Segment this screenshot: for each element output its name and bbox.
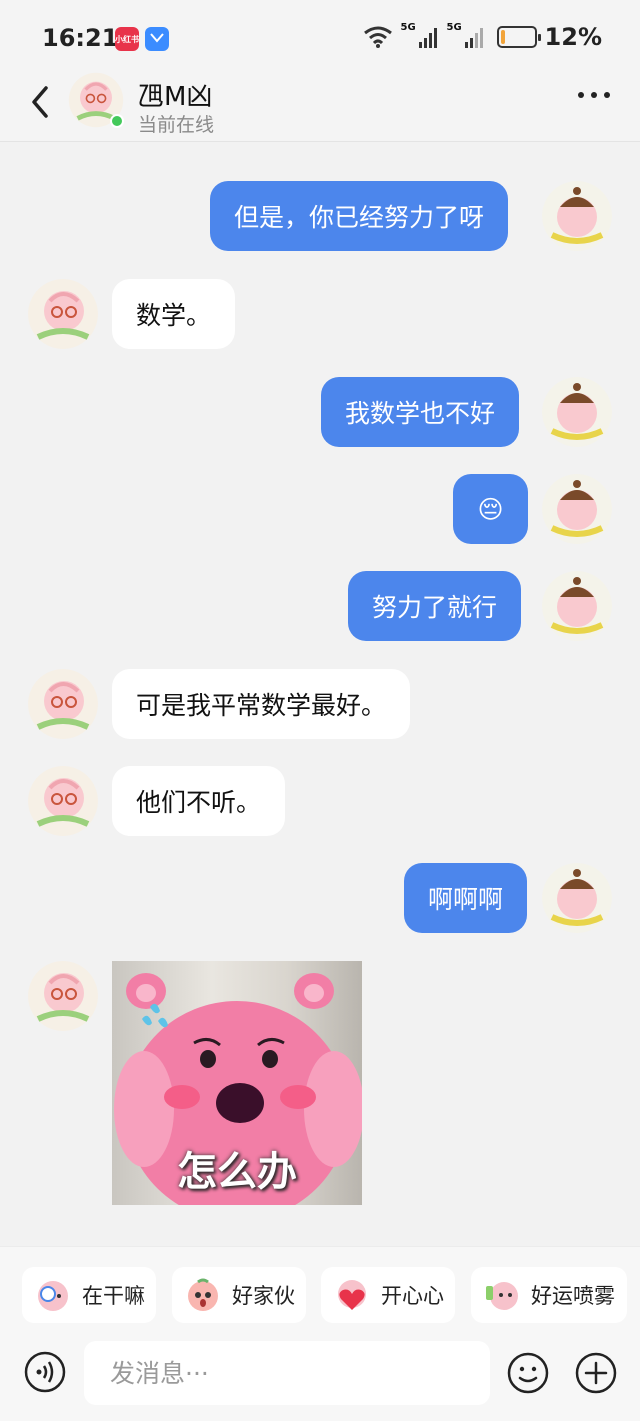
xiaohongshu-app-icon: 小红书 [115,27,139,51]
quick-reply-label: 在干嘛 [82,1284,145,1308]
battery-icon [496,26,541,48]
contact-avatar[interactable] [28,279,98,349]
message-input[interactable] [84,1341,490,1405]
quick-reply-chip[interactable]: 开心心 [321,1267,455,1323]
quick-reply-chip[interactable]: 在干嘛 [22,1267,156,1323]
my-avatar[interactable] [542,181,612,251]
my-avatar[interactable] [542,863,612,933]
spray-sticker-icon [486,1282,518,1310]
signal-icon-2: 5G [447,22,483,48]
quick-reply-label: 好运喷雾 [531,1284,615,1308]
quick-reply-label: 开心心 [381,1284,444,1308]
contact-status: 当前在线 [138,114,215,136]
my-avatar[interactable] [542,474,612,544]
status-indicators: 5G 5G 12% [363,22,602,52]
message-bubble-outgoing[interactable]: 啊啊啊 [404,863,528,933]
surprised-sticker-icon [188,1278,218,1311]
message-bubble-incoming[interactable]: 他们不听。 [112,766,286,836]
battery-fill [500,30,505,44]
quick-reply-chip[interactable]: 好家伙 [172,1267,306,1323]
contact-avatar[interactable] [28,669,98,739]
wifi-icon [363,26,392,48]
magnifier-sticker-icon [38,1281,68,1311]
message-bubble-outgoing[interactable]: 但是，你已经努力了呀 [210,181,509,251]
my-avatar[interactable] [542,377,612,447]
chat-header: 乪M凶 当前在线 [0,62,640,142]
message-bubble-incoming[interactable]: 数学。 [112,279,236,349]
quick-reply-chip[interactable]: 好运喷雾 [471,1267,627,1323]
add-attachment-icon[interactable] [574,1351,618,1395]
composer-area: 在干嘛 好家伙 开心心 好运喷雾 [0,1246,640,1421]
quick-reply-label: 好家伙 [232,1284,295,1308]
heart-sticker-icon [338,1280,366,1310]
my-avatar[interactable] [542,571,612,641]
message-bubble-outgoing[interactable]: 😔 [453,474,528,544]
battery-percent: 12% [544,23,602,51]
message-bubble-outgoing[interactable]: 我数学也不好 [321,377,520,447]
online-status-dot [110,114,124,128]
sticker-image[interactable]: 怎么办 [112,961,362,1205]
message-list[interactable]: 但是，你已经努力了呀 数学。 我数学也不好 😔 努力了就行 可是我平常数学最好。… [0,143,640,1243]
status-time: 16:21 [42,24,119,52]
contact-avatar[interactable] [28,766,98,836]
honor-store-icon [145,27,169,51]
message-bubble-incoming[interactable]: 可是我平常数学最好。 [112,669,411,739]
sticker-caption: 怎么办 [177,1149,297,1195]
contact-avatar[interactable] [28,961,98,1031]
voice-input-icon[interactable] [24,1351,66,1393]
signal-icon-1: 5G [401,22,437,48]
message-bubble-outgoing[interactable]: 努力了就行 [348,571,522,641]
back-arrow-icon[interactable] [26,82,56,122]
more-options-icon[interactable] [578,92,610,98]
contact-name[interactable]: 乪M凶 [138,76,212,113]
emoji-icon[interactable] [506,1351,550,1395]
